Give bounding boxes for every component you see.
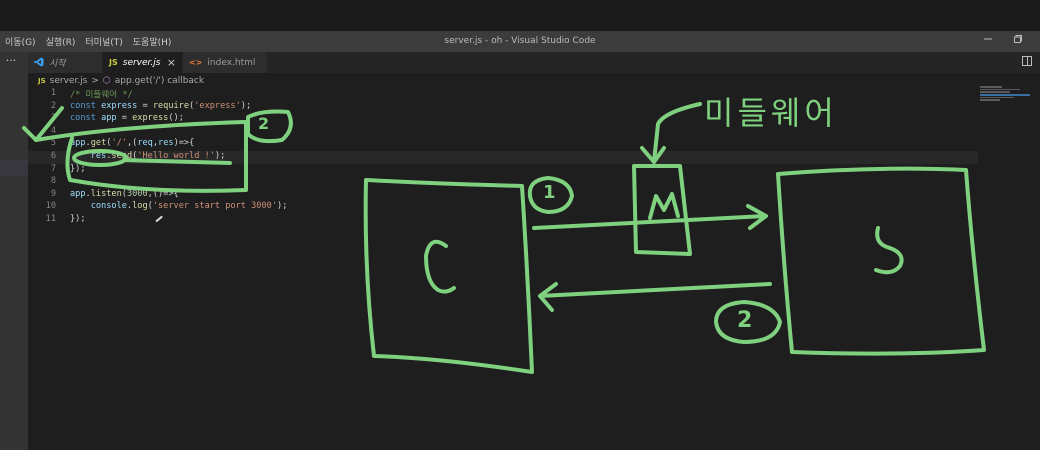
server-box-letter	[874, 226, 904, 275]
code-res-circle	[72, 149, 128, 167]
middleware-arrow	[640, 102, 702, 164]
client-box	[363, 178, 534, 374]
code-bracket-top	[34, 120, 246, 142]
code-step-circle	[246, 109, 293, 144]
server-box	[776, 166, 986, 356]
step1-label: 1	[543, 182, 556, 203]
client-letter: C	[420, 234, 421, 235]
response-arrow	[538, 282, 772, 312]
handwritten-annotations	[22, 102, 986, 374]
code-step-label: 2	[258, 114, 270, 133]
middleware-box-letter-text: M	[650, 196, 651, 197]
code-res-underline	[122, 158, 232, 165]
client-box-letter	[424, 239, 456, 294]
middleware-box-letter	[648, 192, 680, 220]
step2-label: 2	[737, 308, 753, 333]
middleware-label: 미들웨어	[704, 94, 838, 132]
server-letter: S	[872, 226, 873, 227]
